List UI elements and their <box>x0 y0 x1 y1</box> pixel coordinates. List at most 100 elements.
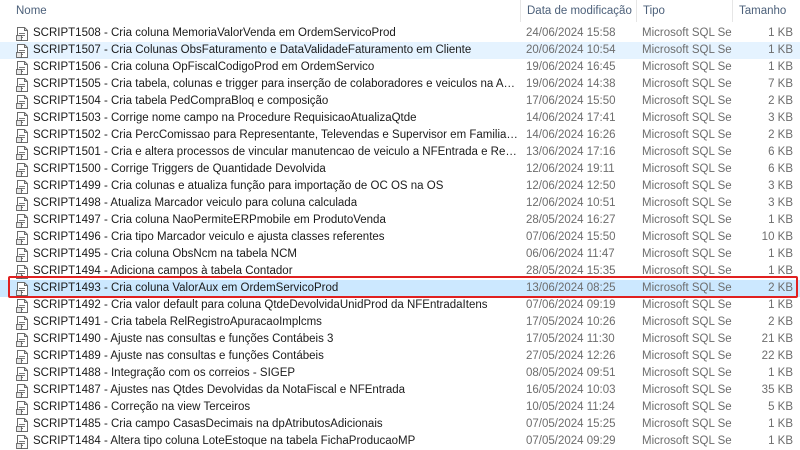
file-size: 2 KB <box>768 282 793 294</box>
file-name: SCRIPT1508 - Cria coluna MemoriaValorVen… <box>33 27 396 39</box>
file-date: 12/06/2024 12:50 <box>526 180 616 192</box>
file-size: 1 KB <box>768 265 793 277</box>
file-date: 17/06/2024 15:50 <box>526 95 616 107</box>
file-size: 7 KB <box>768 78 793 90</box>
file-row[interactable]: SCRIPT1484 - Altera tipo coluna LoteEsto… <box>0 433 800 450</box>
file-size: 6 KB <box>768 146 793 158</box>
file-name-cell: SCRIPT1491 - Cria tabela RelRegistroApur… <box>16 314 520 331</box>
file-date: 17/05/2024 10:26 <box>526 316 616 328</box>
file-row[interactable]: SCRIPT1507 - Cria Colunas ObsFaturamento… <box>0 42 800 59</box>
file-type: Microsoft SQL Ser... <box>642 299 732 311</box>
file-type: Microsoft SQL Ser... <box>642 61 732 73</box>
file-type: Microsoft SQL Ser... <box>642 333 732 345</box>
file-name: SCRIPT1501 - Cria e altera processos de … <box>33 146 520 158</box>
file-type: Microsoft SQL Ser... <box>642 248 732 260</box>
file-size: 3 KB <box>768 180 793 192</box>
file-row[interactable]: SCRIPT1494 - Adiciona campos à tabela Co… <box>0 263 800 280</box>
file-row[interactable]: SCRIPT1500 - Corrige Triggers de Quantid… <box>0 161 800 178</box>
file-name-cell: SCRIPT1485 - Cria campo CasasDecimais na… <box>16 416 520 433</box>
file-date: 16/05/2024 10:03 <box>526 384 616 396</box>
file-name-cell: SCRIPT1492 - Cria valor default para col… <box>16 297 520 314</box>
file-type: Microsoft SQL Ser... <box>642 265 732 277</box>
file-row[interactable]: SCRIPT1486 - Correção na view Terceiros 1… <box>0 399 800 416</box>
sql-file-icon <box>16 383 29 398</box>
file-row[interactable]: SCRIPT1498 - Atualiza Marcador veiculo p… <box>0 195 800 212</box>
file-type: Microsoft SQL Ser... <box>642 44 732 56</box>
file-size: 22 KB <box>761 350 793 362</box>
file-name: SCRIPT1485 - Cria campo CasasDecimais na… <box>33 418 383 430</box>
file-row[interactable]: SCRIPT1501 - Cria e altera processos de … <box>0 144 800 161</box>
file-date: 07/05/2024 15:25 <box>526 418 616 430</box>
file-name-cell: SCRIPT1484 - Altera tipo coluna LoteEsto… <box>16 433 520 450</box>
file-name: SCRIPT1492 - Cria valor default para col… <box>33 299 488 311</box>
file-row[interactable]: SCRIPT1506 - Cria coluna OpFiscalCodigoP… <box>0 59 800 76</box>
file-row[interactable]: SCRIPT1495 - Cria coluna ObsNcm na tabel… <box>0 246 800 263</box>
file-name: SCRIPT1487 - Ajustes nas Qtdes Devolvida… <box>33 384 406 396</box>
file-row[interactable]: SCRIPT1504 - Cria tabela PedCompraBloq e… <box>0 93 800 110</box>
file-row[interactable]: SCRIPT1493 - Cria coluna ValorAux em Ord… <box>0 280 800 297</box>
file-name: SCRIPT1493 - Cria coluna ValorAux em Ord… <box>33 282 339 294</box>
file-row[interactable]: SCRIPT1490 - Ajuste nas consultas e funç… <box>0 331 800 348</box>
file-size: 2 KB <box>768 95 793 107</box>
file-date: 12/06/2024 19:11 <box>526 163 615 175</box>
file-size: 1 KB <box>768 27 793 39</box>
file-type: Microsoft SQL Ser... <box>642 163 732 175</box>
file-row[interactable]: SCRIPT1497 - Cria coluna NaoPermiteERPmo… <box>0 212 800 229</box>
file-name-cell: SCRIPT1488 - Integração com os correios … <box>16 365 520 382</box>
file-row[interactable]: SCRIPT1503 - Corrige nome campo na Proce… <box>0 110 800 127</box>
file-date: 14/06/2024 17:41 <box>526 112 616 124</box>
sql-file-icon <box>16 60 29 75</box>
file-row[interactable]: SCRIPT1485 - Cria campo CasasDecimais na… <box>0 416 800 433</box>
file-type: Microsoft SQL Ser... <box>642 316 732 328</box>
file-type: Microsoft SQL Ser... <box>642 180 732 192</box>
file-name: SCRIPT1495 - Cria coluna ObsNcm na tabel… <box>33 248 297 260</box>
file-row[interactable]: SCRIPT1499 - Cria colunas e atualiza fun… <box>0 178 800 195</box>
file-row[interactable]: SCRIPT1487 - Ajustes nas Qtdes Devolvida… <box>0 382 800 399</box>
file-row[interactable]: SCRIPT1496 - Cria tipo Marcador veiculo … <box>0 229 800 246</box>
file-list: SCRIPT1508 - Cria coluna MemoriaValorVen… <box>0 25 800 450</box>
file-name: SCRIPT1507 - Cria Colunas ObsFaturamento… <box>33 44 472 56</box>
file-name: SCRIPT1498 - Atualiza Marcador veiculo p… <box>33 197 358 209</box>
file-type: Microsoft SQL Ser... <box>642 282 732 294</box>
file-date: 19/06/2024 16:45 <box>526 61 616 73</box>
file-row[interactable]: SCRIPT1491 - Cria tabela RelRegistroApur… <box>0 314 800 331</box>
sql-file-icon <box>16 111 29 126</box>
file-row[interactable]: SCRIPT1502 - Cria PercComissao para Repr… <box>0 127 800 144</box>
sql-file-icon <box>16 162 29 177</box>
file-date: 28/05/2024 15:35 <box>526 265 616 277</box>
file-name: SCRIPT1484 - Altera tipo coluna LoteEsto… <box>33 435 416 447</box>
file-name-cell: SCRIPT1503 - Corrige nome campo na Proce… <box>16 110 520 127</box>
file-size: 1 KB <box>768 214 793 226</box>
column-header-type[interactable]: Tipo <box>636 0 732 22</box>
file-size: 1 KB <box>768 418 793 430</box>
file-date: 06/06/2024 11:47 <box>526 248 615 260</box>
file-size: 1 KB <box>768 435 793 447</box>
sql-file-icon <box>16 315 29 330</box>
file-type: Microsoft SQL Ser... <box>642 27 732 39</box>
file-size: 5 KB <box>768 401 793 413</box>
column-header-size[interactable]: Tamanho <box>732 0 800 22</box>
column-header-date-modified[interactable]: Data de modificação <box>520 0 636 22</box>
file-type: Microsoft SQL Ser... <box>642 401 732 413</box>
file-date: 28/05/2024 16:27 <box>526 214 616 226</box>
file-size: 3 KB <box>768 197 793 209</box>
file-type: Microsoft SQL Ser... <box>642 197 732 209</box>
file-row[interactable]: SCRIPT1489 - Ajuste nas consultas e funç… <box>0 348 800 365</box>
sql-file-icon <box>16 247 29 262</box>
sql-file-icon <box>16 417 29 432</box>
sql-file-icon <box>16 230 29 245</box>
sql-file-icon <box>16 179 29 194</box>
file-name-cell: SCRIPT1500 - Corrige Triggers de Quantid… <box>16 161 520 178</box>
file-name-cell: SCRIPT1501 - Cria e altera processos de … <box>16 144 520 161</box>
file-row[interactable]: SCRIPT1505 - Cria tabela, colunas e trig… <box>0 76 800 93</box>
file-date: 14/06/2024 16:26 <box>526 129 616 141</box>
file-type: Microsoft SQL Ser... <box>642 350 732 362</box>
file-row[interactable]: SCRIPT1508 - Cria coluna MemoriaValorVen… <box>0 25 800 42</box>
sql-file-icon <box>16 26 29 41</box>
file-row[interactable]: SCRIPT1488 - Integração com os correios … <box>0 365 800 382</box>
column-header-name[interactable]: Nome <box>10 0 520 22</box>
file-size: 2 KB <box>768 316 793 328</box>
file-name-cell: SCRIPT1502 - Cria PercComissao para Repr… <box>16 127 520 144</box>
sql-file-icon <box>16 94 29 109</box>
file-row[interactable]: SCRIPT1492 - Cria valor default para col… <box>0 297 800 314</box>
